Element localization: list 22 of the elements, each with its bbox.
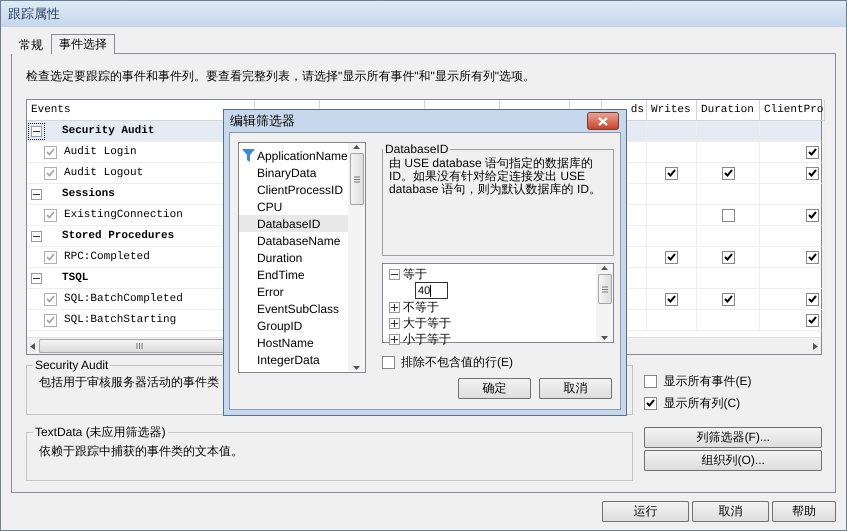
event-description: 包括用于审核服务器活动的事件类	[39, 375, 219, 389]
exclude-label: 排除不包含值的行(E)	[401, 354, 513, 370]
window-title: 跟踪属性	[8, 5, 60, 23]
category-label: Security Audit	[62, 125, 154, 137]
event-label: Audit Login	[64, 146, 137, 158]
category-label: Sessions	[62, 188, 115, 200]
group-title: DatabaseID	[384, 142, 450, 156]
field-description: 由 USE database 语句指定的数据库的 ID。如果没有针对给定连接发出 USE database 语句，则为默认数据库的 ID。	[389, 157, 602, 196]
category-label: Stored Procedures	[62, 230, 174, 242]
option-label: 显示所有事件(E)	[663, 372, 752, 390]
option-label: 显示所有列(C)	[663, 394, 740, 412]
event-label: Audit Logout	[64, 167, 144, 179]
event-label: SQL:BatchStarting	[64, 314, 176, 326]
event-label: ExistingConnection	[64, 209, 183, 221]
event-label: RPC:Completed	[64, 251, 150, 263]
dialog-title: 编辑筛选器	[230, 112, 295, 130]
column-description: 依赖于跟踪中捕获的事件类的文本值。	[39, 444, 243, 458]
category-label: TSQL	[62, 272, 88, 284]
group-title: TextData (未应用筛选器)	[34, 424, 167, 441]
instructions-text: 检查选定要跟踪的事件和事件列。要查看完整列表，请选择"显示所有事件"和"显示所有列"选项。	[26, 68, 536, 85]
event-label: SQL:BatchCompleted	[64, 293, 183, 305]
group-title: Security Audit	[34, 358, 110, 372]
